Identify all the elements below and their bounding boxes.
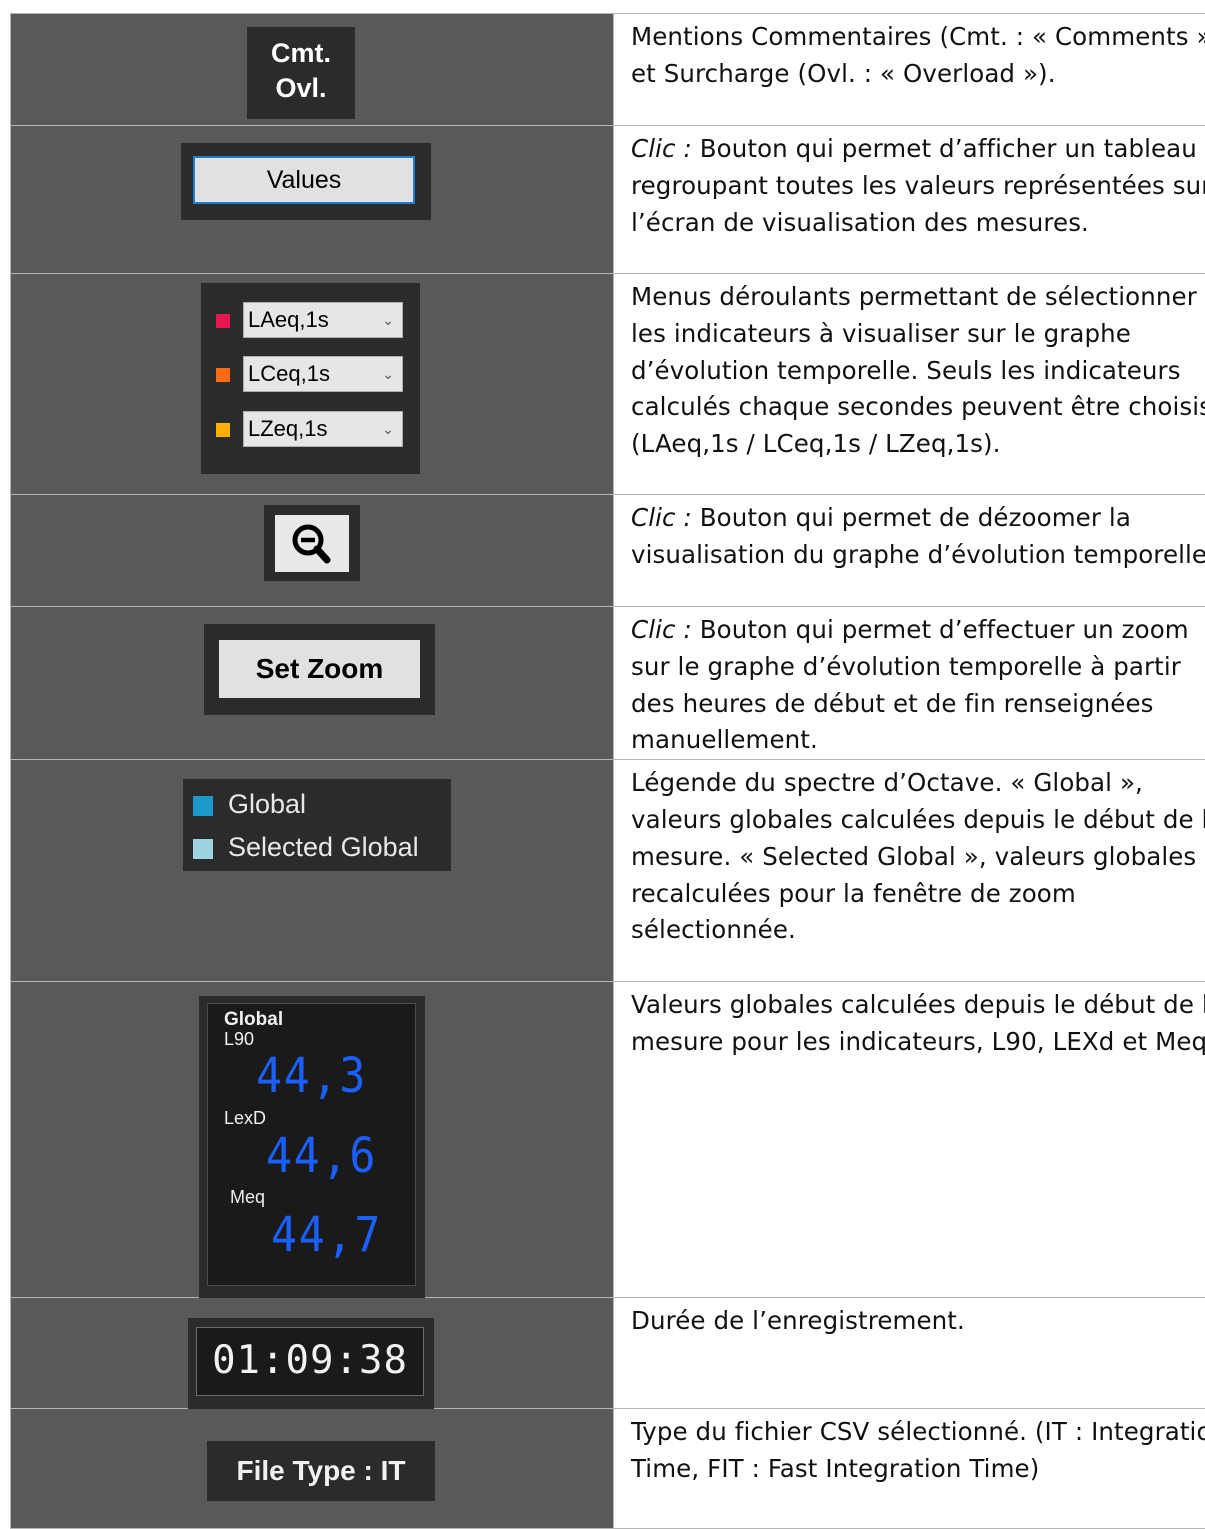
zoom-out-button-frame bbox=[264, 505, 360, 581]
dropdown-row-lzeq: LZeq,1s ⌄ bbox=[201, 411, 420, 449]
table-row: Global L90 44,3 LexD 44,6 Meq 44,7 Valeu… bbox=[11, 982, 1205, 1298]
meq-value: 44,7 bbox=[271, 1211, 382, 1259]
chevron-down-icon: ⌄ bbox=[382, 357, 394, 391]
table-row: Global Selected Global Légende du spectr… bbox=[11, 760, 1205, 982]
zoom-out-icon bbox=[275, 515, 349, 572]
legend-label: Selected Global bbox=[228, 832, 419, 862]
legend-item-global: Global bbox=[193, 784, 306, 824]
set-zoom-button[interactable]: Set Zoom bbox=[219, 640, 420, 698]
octave-spectrum-legend: Global Selected Global bbox=[183, 779, 451, 871]
set-zoom-button-frame: Set Zoom bbox=[204, 624, 435, 715]
description-text: Type du fichier CSV sélectionné. (IT : I… bbox=[631, 1417, 1205, 1483]
description-table: Cmt. Ovl. Mentions Commentaires (Cmt. : … bbox=[10, 13, 1205, 1529]
indicator-select-1[interactable]: LAeq,1s ⌄ bbox=[243, 302, 403, 338]
legend-label: Global bbox=[228, 789, 306, 819]
indicator-dropdowns: LAeq,1s ⌄ LCeq,1s ⌄ LZeq,1s ⌄ bbox=[201, 283, 420, 474]
widget-cell bbox=[11, 495, 614, 607]
description-text: Mentions Commentaires (Cmt. : « Comments… bbox=[631, 22, 1205, 88]
select-value: LZeq,1s bbox=[248, 416, 328, 441]
click-prefix: Clic : bbox=[631, 615, 692, 644]
description-text: Bouton qui permet d’effectuer un zoom su… bbox=[631, 615, 1189, 754]
description-text: Légende du spectre d’Octave. « Global »,… bbox=[631, 768, 1205, 944]
select-value: LCeq,1s bbox=[248, 361, 330, 386]
table-row: Cmt. Ovl. Mentions Commentaires (Cmt. : … bbox=[11, 14, 1205, 126]
legend-item-selected-global: Selected Global bbox=[193, 827, 419, 867]
comment-overload-indicator: Cmt. Ovl. bbox=[247, 27, 355, 119]
widget-cell: Cmt. Ovl. bbox=[11, 14, 614, 126]
click-prefix: Clic : bbox=[631, 503, 692, 532]
file-type-indicator: File Type : IT bbox=[207, 1441, 435, 1501]
description-text: Durée de l’enregistrement. bbox=[631, 1306, 965, 1335]
widget-cell: Global L90 44,3 LexD 44,6 Meq 44,7 bbox=[11, 982, 614, 1298]
description-cell: Type du fichier CSV sélectionné. (IT : I… bbox=[614, 1409, 1205, 1529]
description-cell: Mentions Commentaires (Cmt. : « Comments… bbox=[614, 14, 1205, 126]
description-text: Bouton qui permet d’afficher un tableau … bbox=[631, 134, 1205, 237]
global-values-panel: Global L90 44,3 LexD 44,6 Meq 44,7 bbox=[199, 996, 425, 1298]
description-text: Valeurs globales calculées depuis le déb… bbox=[631, 990, 1205, 1056]
zoom-out-button[interactable] bbox=[275, 515, 349, 572]
description-cell: Durée de l’enregistrement. bbox=[614, 1298, 1205, 1409]
widget-cell: File Type : IT bbox=[11, 1409, 614, 1529]
legend-swatch bbox=[193, 839, 213, 859]
description-text: Menus déroulants permettant de sélection… bbox=[631, 282, 1205, 458]
description-cell: Clic : Bouton qui permet de dézoomer la … bbox=[614, 495, 1205, 607]
dropdown-row-laeq: LAeq,1s ⌄ bbox=[201, 302, 420, 340]
overload-label: Ovl. bbox=[247, 71, 355, 106]
l90-value: 44,3 bbox=[256, 1052, 367, 1100]
series-color-swatch bbox=[216, 314, 230, 328]
series-color-swatch bbox=[216, 368, 230, 382]
table-row: Clic : Bouton qui permet de dézoomer la … bbox=[11, 495, 1205, 607]
indicator-select-3[interactable]: LZeq,1s ⌄ bbox=[243, 411, 403, 447]
widget-cell: 01:09:38 bbox=[11, 1298, 614, 1409]
dropdown-row-lceq: LCeq,1s ⌄ bbox=[201, 356, 420, 394]
description-text: Bouton qui permet de dézoomer la visuali… bbox=[631, 503, 1205, 569]
widget-cell: LAeq,1s ⌄ LCeq,1s ⌄ LZeq,1s ⌄ bbox=[11, 274, 614, 495]
chevron-down-icon: ⌄ bbox=[382, 412, 394, 446]
legend-swatch bbox=[193, 796, 213, 816]
indicator-select-2[interactable]: LCeq,1s ⌄ bbox=[243, 356, 403, 392]
values-button-frame: Values bbox=[181, 143, 431, 220]
global-values-display: Global L90 44,3 LexD 44,6 Meq 44,7 bbox=[207, 1003, 416, 1286]
table-row: 01:09:38 Durée de l’enregistrement. bbox=[11, 1298, 1205, 1409]
table-row: File Type : IT Type du fichier CSV sélec… bbox=[11, 1409, 1205, 1529]
description-cell: Clic : Bouton qui permet d’afficher un t… bbox=[614, 126, 1205, 274]
comment-label: Cmt. bbox=[247, 36, 355, 71]
description-cell: Légende du spectre d’Octave. « Global »,… bbox=[614, 760, 1205, 982]
meq-label: Meq bbox=[230, 1187, 265, 1208]
global-title: Global bbox=[224, 1009, 283, 1031]
description-cell: Clic : Bouton qui permet d’effectuer un … bbox=[614, 607, 1205, 760]
recording-duration-panel: 01:09:38 bbox=[188, 1318, 434, 1409]
recording-duration: 01:09:38 bbox=[196, 1327, 424, 1396]
series-color-swatch bbox=[216, 423, 230, 437]
values-button[interactable]: Values bbox=[193, 156, 415, 204]
description-cell: Valeurs globales calculées depuis le déb… bbox=[614, 982, 1205, 1298]
lexd-value: 44,6 bbox=[266, 1132, 377, 1180]
widget-cell: Set Zoom bbox=[11, 607, 614, 760]
select-value: LAeq,1s bbox=[248, 307, 329, 332]
widget-cell: Values bbox=[11, 126, 614, 274]
chevron-down-icon: ⌄ bbox=[382, 303, 394, 337]
click-prefix: Clic : bbox=[631, 134, 692, 163]
table-row: Set Zoom Clic : Bouton qui permet d’effe… bbox=[11, 607, 1205, 760]
table-row: LAeq,1s ⌄ LCeq,1s ⌄ LZeq,1s ⌄ bbox=[11, 274, 1205, 495]
l90-label: L90 bbox=[224, 1029, 254, 1050]
table-row: Values Clic : Bouton qui permet d’affich… bbox=[11, 126, 1205, 274]
widget-cell: Global Selected Global bbox=[11, 760, 614, 982]
lexd-label: LexD bbox=[224, 1108, 266, 1129]
description-cell: Menus déroulants permettant de sélection… bbox=[614, 274, 1205, 495]
